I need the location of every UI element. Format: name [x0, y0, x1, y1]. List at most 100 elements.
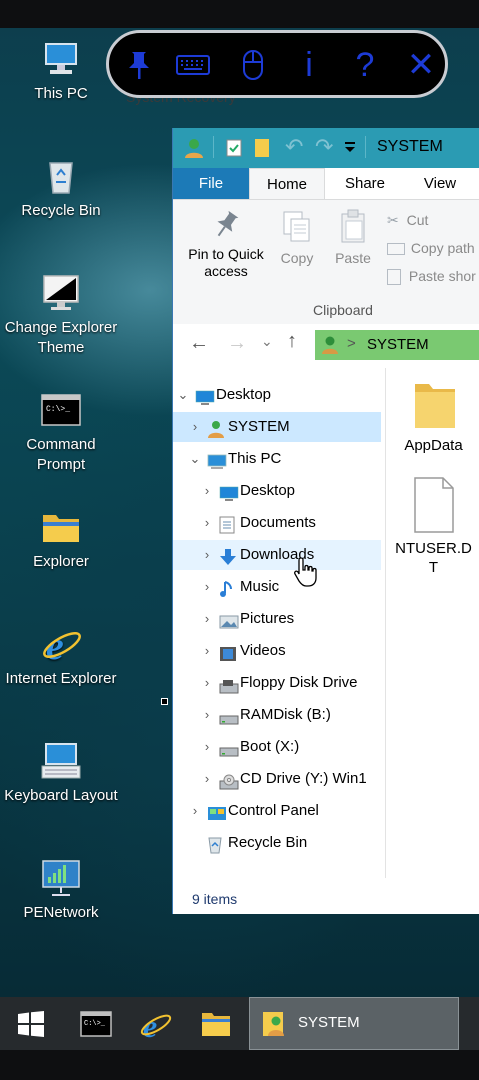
- folder-icon: [414, 384, 455, 428]
- nav-item-downloads[interactable]: › Downloads: [173, 540, 381, 570]
- taskbar-cmd[interactable]: C:\>_: [66, 997, 126, 1050]
- copy-path-button[interactable]: Copy path: [387, 240, 475, 256]
- desktop-icon-this-pc[interactable]: This PC: [1, 38, 121, 104]
- start-button[interactable]: [0, 997, 62, 1050]
- tab-file[interactable]: File: [173, 168, 249, 199]
- pin-label-line1: Pin to Quick: [188, 246, 264, 262]
- expand-chevron-right-icon[interactable]: ›: [201, 540, 213, 570]
- taskbar-explorer[interactable]: [186, 997, 246, 1050]
- nav-item-boot-x[interactable]: › Boot (X:): [173, 732, 381, 762]
- cmd-icon: C:\>_: [80, 1011, 112, 1037]
- documents-icon: [219, 515, 237, 534]
- nav-item-desktop[interactable]: › Desktop: [173, 476, 381, 506]
- paste-shortcut-icon: [387, 269, 401, 286]
- desktop-icon-change-explorer-theme[interactable]: Change Explorer Theme: [1, 272, 121, 358]
- expand-chevron-right-icon[interactable]: ›: [201, 764, 213, 794]
- help-icon[interactable]: ?: [347, 47, 383, 83]
- nav-item-label: RAMDisk (B:): [240, 706, 331, 723]
- paste-shortcut-button[interactable]: Paste shor: [387, 268, 476, 286]
- expand-chevron-right-icon[interactable]: ›: [201, 636, 213, 666]
- copy-label: Copy: [280, 250, 314, 266]
- undo-icon[interactable]: ↶: [285, 134, 303, 160]
- copy-button[interactable]: Copy: [273, 208, 321, 267]
- ribbon: Pin to Quick access Copy Paste ✂ Cut Cop…: [173, 199, 479, 325]
- desktop-icon: [219, 483, 239, 501]
- nav-item-videos[interactable]: › Videos: [173, 636, 381, 666]
- expand-chevron-right-icon[interactable]: ›: [201, 700, 213, 730]
- expand-chevron-down-icon[interactable]: ⌄: [189, 444, 201, 474]
- desktop-icon-command-prompt[interactable]: C:\>_ Command Prompt: [1, 389, 121, 475]
- selection-handle: [161, 698, 168, 705]
- nav-item-label: CD Drive (Y:) Win1: [240, 770, 367, 787]
- tab-share[interactable]: Share: [325, 168, 405, 199]
- expand-chevron-right-icon[interactable]: ›: [201, 604, 213, 634]
- keyboard-icon[interactable]: [175, 47, 211, 83]
- file-item[interactable]: AppData: [386, 378, 479, 454]
- expand-chevron-right-icon[interactable]: ›: [189, 796, 201, 826]
- nav-item-control-panel[interactable]: › Control Panel: [173, 796, 381, 826]
- expand-chevron-right-icon[interactable]: ›: [201, 732, 213, 762]
- expand-chevron-right-icon[interactable]: ›: [201, 508, 213, 538]
- status-bar: 9 items: [173, 886, 479, 914]
- pin-icon[interactable]: [121, 47, 157, 83]
- nav-item-documents[interactable]: › Documents: [173, 508, 381, 538]
- tab-view[interactable]: View: [405, 168, 475, 199]
- properties-icon[interactable]: [225, 138, 243, 158]
- quick-access-dropdown-icon[interactable]: [345, 140, 355, 154]
- nav-item-ramdisk-b[interactable]: › RAMDisk (B:): [173, 700, 381, 730]
- file-item[interactable]: NTUSER.D T: [386, 476, 479, 577]
- desktop-icon-label: Explorer: [33, 553, 89, 570]
- file-name: AppData: [404, 437, 463, 454]
- user-icon: [185, 139, 203, 158]
- floppy-icon: [219, 675, 239, 694]
- explorer-window: ↶ ↷ SYSTEM File Home Share View Pin to Q…: [172, 128, 479, 914]
- nav-item-label: Control Panel: [228, 802, 319, 819]
- desktop-icon-recycle-bin[interactable]: Recycle Bin: [1, 155, 121, 221]
- desktop-icon-internet-explorer[interactable]: e Internet Explorer: [1, 623, 121, 689]
- nav-item-recycle-bin[interactable]: Recycle Bin: [173, 828, 381, 858]
- nav-item-pictures[interactable]: › Pictures: [173, 604, 381, 634]
- expand-chevron-right-icon[interactable]: ›: [201, 668, 213, 698]
- tab-home[interactable]: Home: [249, 168, 325, 199]
- expand-chevron-down-icon[interactable]: ⌄: [177, 380, 189, 410]
- new-folder-icon[interactable]: [253, 137, 271, 159]
- expand-chevron-right-icon[interactable]: ›: [201, 476, 213, 506]
- desktop-icon-keyboard-layout[interactable]: Keyboard Layout: [1, 740, 121, 806]
- address-path[interactable]: SYSTEM: [367, 336, 429, 353]
- nav-item-this-pc[interactable]: ⌄ This PC: [173, 444, 381, 474]
- pin-to-quick-access-button[interactable]: Pin to Quick access: [181, 208, 271, 280]
- drive-icon: [219, 739, 239, 757]
- taskbar-ie[interactable]: e: [126, 997, 186, 1050]
- expand-chevron-right-icon[interactable]: ›: [201, 572, 213, 602]
- nav-item-cd-drive-y-win1[interactable]: › CD Drive (Y:) Win1: [173, 764, 381, 794]
- info-icon[interactable]: i: [291, 47, 327, 83]
- nav-item-floppy-disk-drive[interactable]: › Floppy Disk Drive: [173, 668, 381, 698]
- redo-icon[interactable]: ↷: [315, 134, 333, 160]
- up-arrow-icon[interactable]: ↑: [287, 330, 297, 353]
- desktop-icon-penetwork[interactable]: PENetwork: [1, 857, 121, 923]
- recent-locations-chevron-icon[interactable]: ⌄: [261, 333, 273, 350]
- nav-item-system[interactable]: › SYSTEM: [173, 412, 381, 442]
- start-icon: [18, 1011, 44, 1037]
- close-icon[interactable]: ✕: [403, 47, 439, 83]
- svg-text:C:\>_: C:\>_: [46, 405, 70, 414]
- expand-chevron-right-icon[interactable]: ›: [189, 412, 201, 442]
- taskbar-active-window[interactable]: SYSTEM: [249, 997, 459, 1050]
- nav-item-label: Recycle Bin: [228, 834, 308, 851]
- desktop-icon-label: Change Explorer Theme: [4, 319, 118, 356]
- recycle-bin-icon: [40, 155, 82, 197]
- desktop-icon-label: Command Prompt: [26, 436, 96, 473]
- taskbar: C:\>_ e SYSTEM: [0, 997, 479, 1050]
- title-bar[interactable]: ↶ ↷ SYSTEM: [173, 128, 479, 168]
- control-panel-icon: [207, 803, 226, 820]
- desktop-icon-label: This PC: [34, 85, 88, 102]
- forward-arrow-icon[interactable]: →: [227, 332, 247, 355]
- paste-button[interactable]: Paste: [329, 208, 377, 267]
- address-bar[interactable]: > SYSTEM: [315, 330, 479, 360]
- cut-button[interactable]: ✂ Cut: [387, 212, 428, 229]
- back-arrow-icon[interactable]: ←: [189, 332, 209, 355]
- nav-item-desktop[interactable]: ⌄ Desktop: [173, 380, 381, 410]
- mouse-icon[interactable]: [235, 47, 271, 83]
- nav-item-music[interactable]: › Music: [173, 572, 381, 602]
- desktop-icon-explorer[interactable]: Explorer: [1, 506, 121, 572]
